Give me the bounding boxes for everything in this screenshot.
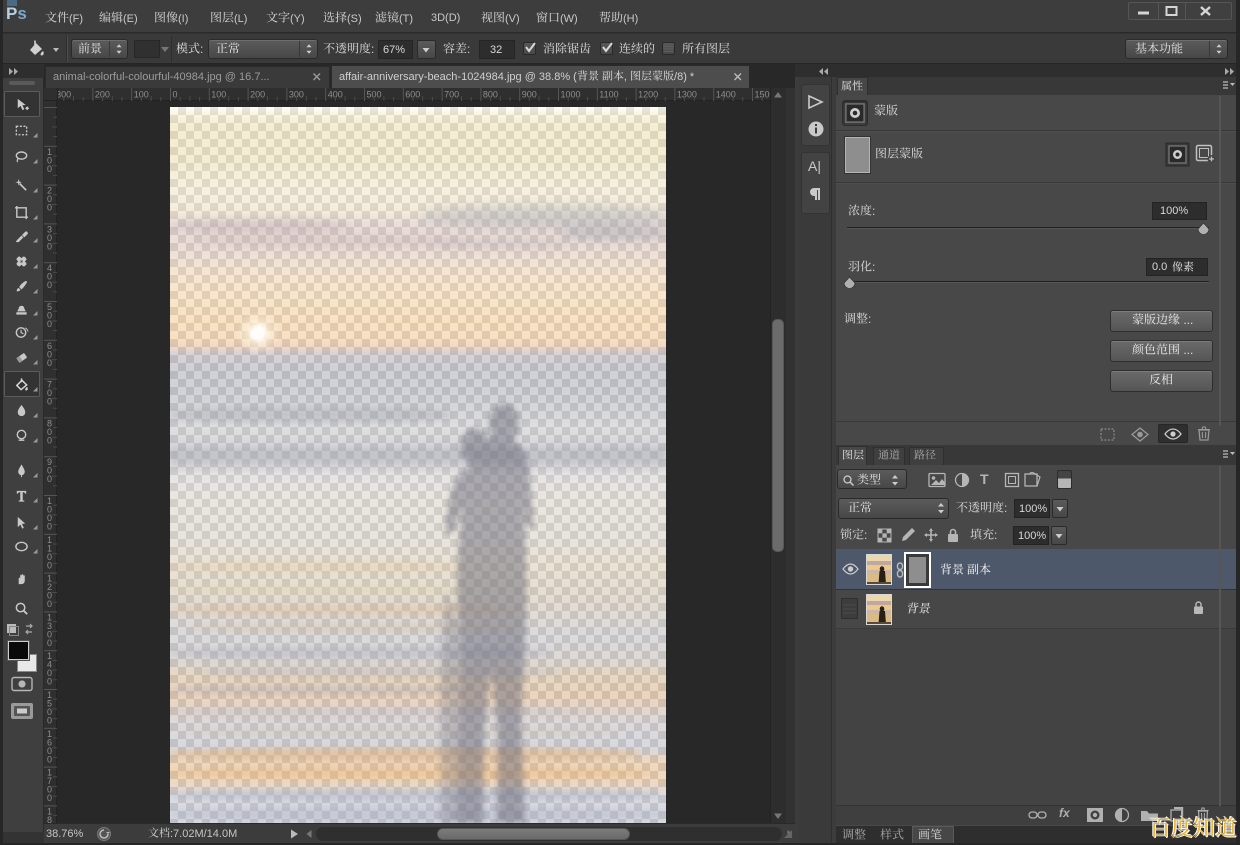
svg-text:0: 0 — [47, 358, 52, 368]
svg-text:0: 0 — [47, 599, 52, 609]
svg-text:8: 8 — [47, 815, 52, 823]
svg-text:0: 0 — [47, 716, 52, 726]
svg-text:0: 0 — [47, 638, 52, 648]
svg-text:0: 0 — [47, 319, 52, 329]
svg-text:0: 0 — [47, 203, 52, 213]
svg-text:0: 0 — [47, 474, 52, 484]
svg-text:0: 0 — [47, 522, 52, 532]
svg-text:0: 0 — [47, 560, 52, 570]
svg-text:0: 0 — [47, 397, 52, 407]
svg-text:0: 0 — [47, 241, 52, 251]
svg-text:0: 0 — [47, 280, 52, 290]
svg-text:0: 0 — [47, 677, 52, 687]
svg-text:0: 0 — [47, 435, 52, 445]
svg-text:1100: 1100 — [599, 90, 618, 100]
svg-text:0: 0 — [47, 793, 52, 803]
svg-text:0: 0 — [173, 90, 178, 100]
svg-text:0: 0 — [47, 164, 52, 174]
svg-text:0: 0 — [47, 754, 52, 764]
